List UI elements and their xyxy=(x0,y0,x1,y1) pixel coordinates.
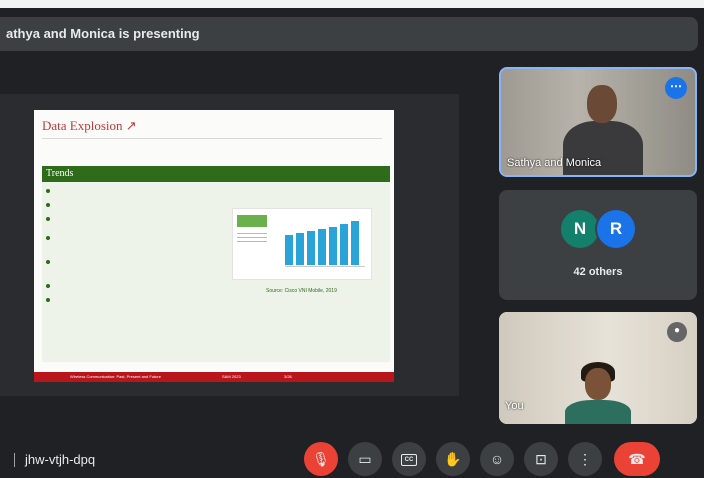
slide-footer: Wireless Communication: Past, Present an… xyxy=(34,372,394,382)
self-head xyxy=(585,368,611,400)
presenter-tile[interactable]: ⋯ Sathya and Monica xyxy=(499,67,697,177)
camera-icon: ▭ xyxy=(358,451,372,467)
slide-title: Data Explosion ↗ xyxy=(42,118,137,134)
presenter-name: Sathya and Monica xyxy=(507,157,602,169)
chart-bar xyxy=(296,233,304,265)
bullet-item xyxy=(46,216,206,231)
avatar: R xyxy=(597,210,635,248)
more-options-button[interactable]: ⋮ xyxy=(568,442,602,476)
more-horiz-icon: ⋯ xyxy=(670,79,682,93)
mic-indicator-icon: ● xyxy=(673,325,681,336)
leave-call-button[interactable]: ☎ xyxy=(614,442,660,476)
presenting-banner: athya and Monica is presenting xyxy=(0,17,698,51)
bullet-item xyxy=(46,188,206,198)
chart-bar xyxy=(318,229,326,265)
bullet-list xyxy=(46,188,206,311)
camera-toggle-button[interactable]: ▭ xyxy=(348,442,382,476)
shared-slide[interactable]: Data Explosion ↗ Trends Source: Cisco VN… xyxy=(34,110,394,382)
meeting-code: jhw-vtjh-dpq xyxy=(14,452,95,467)
chart-source: Source: Cisco VNI Mobile, 2019 xyxy=(266,288,337,294)
presenting-banner-text: athya and Monica is presenting xyxy=(6,26,200,41)
slide-title-text: Data Explosion xyxy=(42,118,123,133)
chart-bar xyxy=(307,231,315,265)
bullet-item xyxy=(46,283,206,293)
chart-bar xyxy=(329,227,337,265)
chart-axis xyxy=(285,266,365,267)
chart-bar xyxy=(340,224,348,265)
chart-bar xyxy=(285,235,293,265)
presenter-head xyxy=(587,85,617,123)
self-figure xyxy=(565,400,631,424)
arrow-up-right-icon: ↗ xyxy=(125,118,137,133)
mic-off-icon: 🎙 xyxy=(312,451,330,467)
raise-hand-button[interactable]: ✋ xyxy=(436,442,470,476)
raise-hand-icon: ✋ xyxy=(444,451,462,467)
others-count: 42 others xyxy=(573,266,623,278)
browser-top-strip xyxy=(0,0,704,8)
chart-bar xyxy=(351,221,359,265)
tile-options-button[interactable]: ⋯ xyxy=(665,77,687,99)
self-name: You xyxy=(505,400,524,412)
self-view-tile[interactable]: ● You xyxy=(499,312,697,424)
self-mic-indicator: ● xyxy=(667,322,687,342)
captions-button[interactable]: CC xyxy=(392,442,426,476)
chart-bars xyxy=(285,215,365,265)
present-button[interactable]: ⊡ xyxy=(524,442,558,476)
others-tile[interactable]: N R 42 others xyxy=(499,190,697,300)
meeting-code-text: jhw-vtjh-dpq xyxy=(25,452,96,467)
hangup-icon: ☎ xyxy=(628,451,646,467)
slide-footer-title: Wireless Communication: Past, Present an… xyxy=(70,374,161,379)
emoji-reaction-button[interactable]: ☺ xyxy=(480,442,514,476)
bullet-item xyxy=(46,259,206,279)
emoji-icon: ☺ xyxy=(489,451,505,467)
slide-footer-page: 3/26 xyxy=(284,374,292,379)
bullet-item xyxy=(46,202,206,212)
slide-footer-event: SAM 2023 xyxy=(222,374,241,379)
trends-heading: Trends xyxy=(42,166,390,182)
slide-chart xyxy=(232,208,372,280)
trends-heading-text: Trends xyxy=(46,168,74,179)
avatar: N xyxy=(561,210,599,248)
captions-icon: CC xyxy=(401,454,417,467)
chart-label-tag xyxy=(237,215,267,227)
more-vert-icon: ⋮ xyxy=(578,451,592,467)
mic-toggle-button[interactable]: 🎙 xyxy=(304,442,338,476)
chart-side-text xyxy=(237,233,267,253)
slide-divider xyxy=(42,138,382,139)
bullet-item xyxy=(46,235,206,255)
bullet-item xyxy=(46,297,206,307)
present-icon: ⊡ xyxy=(535,451,547,467)
